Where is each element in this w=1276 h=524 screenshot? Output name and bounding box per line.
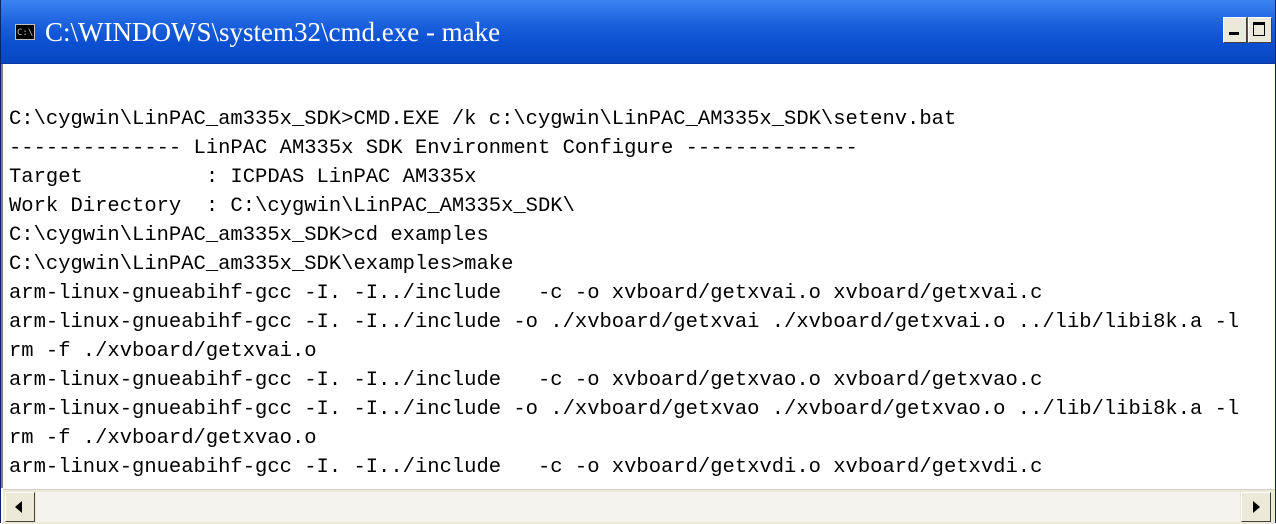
console-line: arm-linux-gnueabihf-gcc -I. -I../include… — [9, 369, 1043, 392]
console-line: arm-linux-gnueabihf-gcc -I. -I../include… — [9, 311, 1240, 334]
console-line: -------------- LinPAC AM335x SDK Environ… — [9, 137, 858, 160]
title-bar[interactable]: C:\ C:\WINDOWS\system32\cmd.exe - make — [1, 0, 1275, 64]
window-left-edge — [1, 64, 3, 488]
console-output[interactable]: C:\cygwin\LinPAC_am335x_SDK>CMD.EXE /k c… — [9, 76, 1271, 488]
scroll-left-arrow-icon — [15, 501, 22, 513]
console-line: rm -f ./xvboard/getxvao.o — [9, 427, 317, 450]
console-line: Target : ICPDAS LinPAC AM335x — [9, 166, 477, 189]
console-line: arm-linux-gnueabihf-gcc -I. -I../include… — [9, 456, 1043, 479]
minimize-icon — [1229, 32, 1239, 35]
cmd-console-icon[interactable]: C:\ — [15, 24, 35, 40]
console-line: rm -f ./xvboard/getxvai.o — [9, 340, 317, 363]
maximize-button[interactable] — [1248, 17, 1272, 43]
console-line: arm-linux-gnueabihf-gcc -I. -I../include… — [9, 282, 1043, 305]
console-line: C:\cygwin\LinPAC_am335x_SDK>cd examples — [9, 224, 489, 247]
console-line: arm-linux-gnueabihf-gcc -I. -I../include… — [9, 398, 1240, 421]
scroll-track[interactable] — [36, 492, 1240, 522]
scroll-right-button[interactable] — [1241, 492, 1271, 522]
minimize-button[interactable] — [1223, 17, 1247, 43]
console-line: C:\cygwin\LinPAC_am335x_SDK\examples>mak… — [9, 253, 514, 276]
scroll-left-button[interactable] — [5, 492, 35, 522]
horizontal-scrollbar[interactable] — [3, 489, 1275, 524]
cmd-window: C:\ C:\WINDOWS\system32\cmd.exe - make C… — [0, 0, 1276, 524]
scroll-right-arrow-icon — [1253, 501, 1260, 513]
console-line: Work Directory : C:\cygwin\LinPAC_AM335x… — [9, 195, 575, 218]
window-title: C:\WINDOWS\system32\cmd.exe - make — [45, 17, 501, 47]
maximize-icon — [1253, 22, 1265, 36]
console-line: C:\cygwin\LinPAC_am335x_SDK>CMD.EXE /k c… — [9, 108, 957, 131]
